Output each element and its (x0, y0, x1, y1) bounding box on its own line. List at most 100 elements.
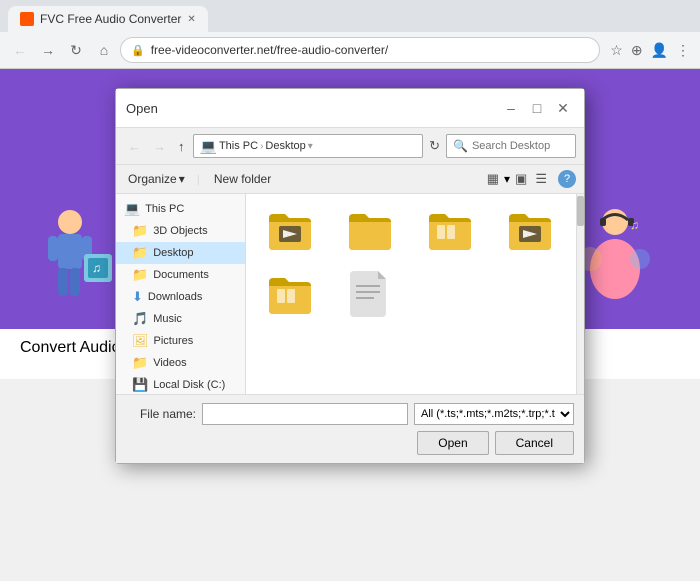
tab-favicon (20, 12, 34, 26)
dialog-forward-btn[interactable]: → (149, 137, 170, 156)
forward-button[interactable]: → (36, 38, 60, 62)
dialog-addressbar: ← → ↑ 💻 This PC › Desktop ▾ ↻ 🔍 (116, 128, 584, 165)
nav-item-3dobjects[interactable]: 📁 3D Objects (116, 220, 245, 242)
dialog-titlebar: Open – □ ✕ (116, 89, 584, 128)
file-item-2[interactable] (334, 202, 406, 258)
file-icon-3 (426, 206, 474, 254)
file-panel-scrollbar[interactable] (576, 194, 584, 394)
computer-icon: 💻 (200, 138, 217, 155)
nav-item-pictures[interactable]: 🖼 Pictures (116, 330, 245, 352)
nav-item-localdisk[interactable]: 💾 Local Disk (C:) (116, 374, 245, 394)
file-icon-4 (506, 206, 554, 254)
nav-item-thispc-label: This PC (145, 203, 184, 215)
nav-item-desktop[interactable]: 📁 Desktop (116, 242, 245, 264)
active-tab[interactable]: FVC Free Audio Converter ✕ (8, 6, 208, 32)
tab-close-btn[interactable]: ✕ (187, 14, 195, 25)
open-btn[interactable]: Open (417, 431, 488, 455)
folder-documents-icon: 📁 (132, 267, 148, 283)
footer-buttons: Open Cancel (126, 431, 574, 455)
tab-title: FVC Free Audio Converter (40, 12, 181, 26)
refresh-button[interactable]: ↻ (64, 38, 88, 62)
folder-videos-icon: 📁 (132, 355, 148, 371)
dialog-up-btn[interactable]: ↑ (174, 137, 189, 156)
browser-chrome: FVC Free Audio Converter ✕ ← → ↻ ⌂ 🔒 fre… (0, 0, 700, 69)
file-item-6[interactable] (334, 266, 406, 322)
url-text: free-videoconverter.net/free-audio-conve… (151, 43, 388, 57)
dialog-refresh-btn[interactable]: ↻ (427, 136, 442, 156)
nav-item-pictures-label: Pictures (154, 335, 194, 347)
folder-desktop-icon: 📁 (132, 245, 148, 261)
breadcrumb-thispc: This PC (219, 140, 258, 152)
nav-item-videos[interactable]: 📁 Videos (116, 352, 245, 374)
nav-item-3dobjects-label: 3D Objects (153, 225, 207, 237)
filetype-select[interactable]: All (*.ts;*.mts;*.m2ts;*.trp;*.tp;*... (414, 403, 574, 425)
open-dialog: Open – □ ✕ ← → ↑ 💻 This PC › Desktop ▾ (115, 88, 585, 464)
nav-icons: ☆ ⊕ 👤 ⋮ (608, 40, 692, 61)
dialog-search-input[interactable] (472, 140, 572, 152)
filename-label: File name: (126, 407, 196, 421)
extensions-button[interactable]: ⊕ (629, 40, 645, 61)
file-icon-6 (346, 270, 394, 318)
page-wrapper: FVC Free Audio Converter ✕ ← → ↻ ⌂ 🔒 fre… (0, 0, 700, 581)
nav-item-music-label: Music (153, 313, 182, 325)
disk-icon: 💾 (132, 377, 148, 393)
folder-music-icon: 🎵 (132, 311, 148, 327)
file-item-3[interactable] (414, 202, 486, 258)
nav-item-downloads[interactable]: ⬇ Downloads (116, 286, 245, 308)
dialog-close-btn[interactable]: ✕ (552, 97, 574, 119)
dialog-controls: – □ ✕ (500, 97, 574, 119)
dialog-body: 💻 This PC 📁 3D Objects 📁 Desktop 📁 Docum… (116, 194, 584, 394)
organize-btn[interactable]: Organize ▾ (124, 170, 189, 188)
nav-item-localdisk-label: Local Disk (C:) (153, 379, 225, 391)
nav-item-thispc[interactable]: 💻 This PC (116, 198, 245, 220)
view-preview-btn[interactable]: ▣ (512, 169, 530, 189)
dialog-maximize-btn[interactable]: □ (526, 97, 548, 119)
file-icon-5 (266, 270, 314, 318)
nav-bar: ← → ↻ ⌂ 🔒 free-videoconverter.net/free-a… (0, 32, 700, 68)
new-folder-btn[interactable]: New folder (208, 170, 277, 188)
folder-downloads-icon: ⬇ (132, 289, 143, 305)
nav-item-music[interactable]: 🎵 Music (116, 308, 245, 330)
file-item-1[interactable] (254, 202, 326, 258)
folder-pictures-icon: 🖼 (132, 333, 149, 349)
help-btn[interactable]: ? (558, 170, 576, 188)
view-divider: ▾ (504, 172, 510, 186)
view-buttons: ▦ ▾ ▣ ☰ (484, 169, 550, 189)
file-item-5[interactable] (254, 266, 326, 322)
tab-bar: FVC Free Audio Converter ✕ (0, 0, 700, 32)
nav-item-videos-label: Videos (153, 357, 186, 369)
nav-item-downloads-label: Downloads (148, 291, 202, 303)
file-icon-2 (346, 206, 394, 254)
menu-button[interactable]: ⋮ (674, 40, 692, 61)
folder-3dobjects-icon: 📁 (132, 223, 148, 239)
file-item-4[interactable] (494, 202, 566, 258)
dialog-footer: File name: All (*.ts;*.mts;*.m2ts;*.trp;… (116, 394, 584, 463)
organize-label: Organize (128, 172, 177, 186)
filename-input[interactable] (202, 403, 408, 425)
file-panel (246, 194, 584, 394)
nav-item-desktop-label: Desktop (153, 247, 193, 259)
nav-item-documents[interactable]: 📁 Documents (116, 264, 245, 286)
dialog-toolbar: Organize ▾ | New folder ▦ ▾ ▣ ☰ ? (116, 165, 584, 194)
dialog-title: Open (126, 101, 158, 116)
view-grid-btn[interactable]: ▦ (484, 169, 502, 189)
view-list-btn[interactable]: ☰ (532, 169, 550, 189)
star-button[interactable]: ☆ (608, 40, 625, 61)
breadcrumb-sep1: › (260, 141, 263, 152)
address-bar[interactable]: 🔒 free-videoconverter.net/free-audio-con… (120, 37, 600, 63)
back-button[interactable]: ← (8, 38, 32, 62)
file-icon-1 (266, 206, 314, 254)
home-button[interactable]: ⌂ (92, 38, 116, 62)
dialog-back-btn[interactable]: ← (124, 137, 145, 156)
pc-icon: 💻 (124, 201, 140, 217)
dialog-minimize-btn[interactable]: – (500, 97, 522, 119)
cancel-btn[interactable]: Cancel (495, 431, 574, 455)
dialog-search-icon: 🔍 (453, 139, 468, 153)
lock-icon: 🔒 (131, 44, 145, 57)
breadcrumb-bar[interactable]: 💻 This PC › Desktop ▾ (193, 134, 424, 158)
breadcrumb-dropdown: ▾ (308, 141, 313, 152)
breadcrumb-desktop: Desktop (265, 140, 305, 152)
nav-item-documents-label: Documents (153, 269, 209, 281)
profile-button[interactable]: 👤 (649, 40, 670, 61)
dialog-search-box[interactable]: 🔍 (446, 134, 576, 158)
